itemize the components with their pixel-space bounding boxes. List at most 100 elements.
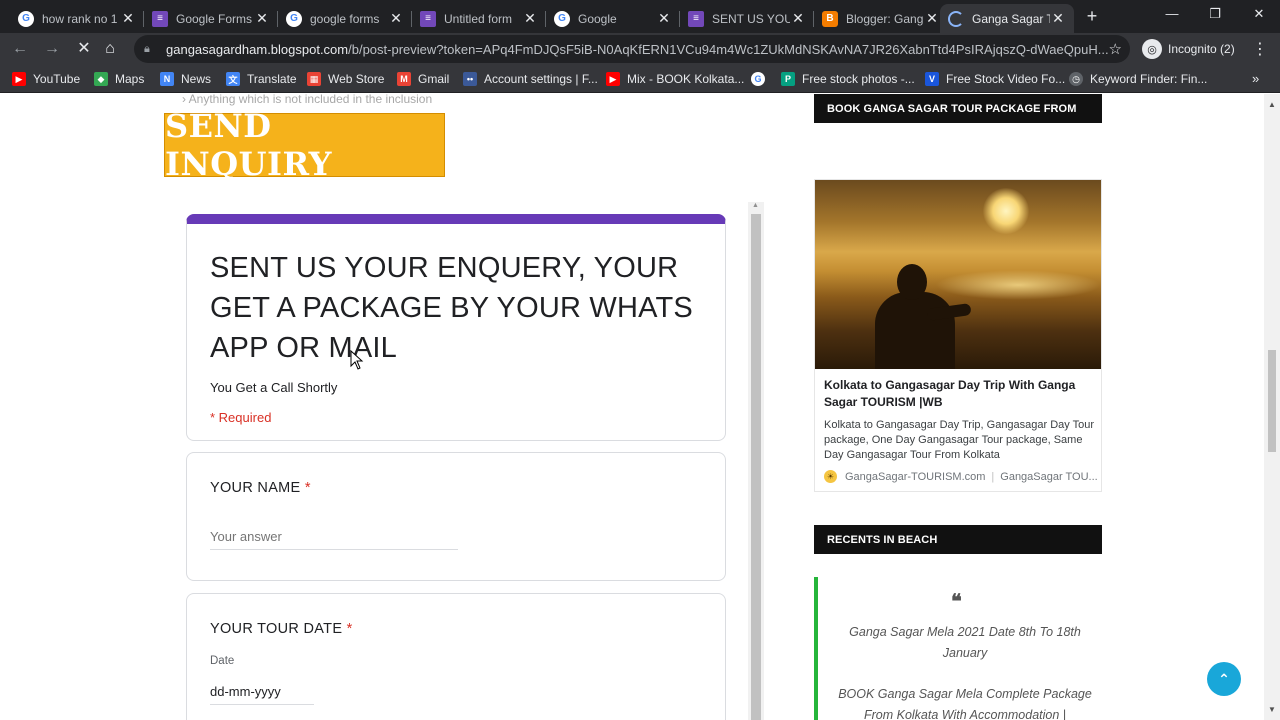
send-inquiry-text: SEND INQUIRY [165, 107, 332, 183]
bookmark-label: Free Stock Video Fo... [946, 72, 1066, 86]
bookmark-label: Account settings | F... [484, 72, 598, 86]
bookmark-keyword-finder[interactable]: ◷ Keyword Finder: Fin... [1069, 71, 1207, 87]
tab-strip: G how rank no 1 ✕ ≡ Google Forms ✕ G goo… [0, 0, 1280, 33]
send-inquiry-banner: SEND INQUIRY [164, 107, 445, 183]
close-tab-icon[interactable]: ✕ [924, 10, 940, 27]
form-scrollbar[interactable]: ▲ [748, 202, 764, 720]
scroll-to-top-button[interactable]: ⌃ [1207, 662, 1241, 696]
flickr-icon: •• [463, 72, 477, 86]
close-tab-icon[interactable]: ✕ [790, 10, 806, 27]
bookmark-maps[interactable]: ◆ Maps [94, 71, 144, 87]
close-tab-icon[interactable]: ✕ [388, 10, 404, 27]
water-shine [935, 270, 1101, 300]
recent-posts-list: ❝ Ganga Sagar Mela 2021 Date 8th To 18th… [814, 577, 1102, 720]
bookmark-mix-book-kolkata[interactable]: ▶ Mix - BOOK Kolkata... [606, 71, 744, 87]
tab-title: SENT US YOUR [712, 11, 790, 26]
close-tab-icon[interactable]: ✕ [254, 10, 270, 27]
tab-ganga-sagar-active[interactable]: Ganga Sagar T ✕ [940, 4, 1074, 33]
close-tab-icon[interactable]: ✕ [1050, 10, 1066, 27]
bookmark-google[interactable]: G [751, 71, 772, 87]
tab-sent-us-your[interactable]: ≡ SENT US YOUR ✕ [680, 4, 814, 33]
bookmark-free-stock-video[interactable]: V Free Stock Video Fo... [925, 71, 1065, 87]
blogger-icon: B [822, 10, 838, 27]
featured-post-card[interactable]: Kolkata to Gangasagar Day Trip With Gang… [814, 179, 1102, 492]
bookmarks-overflow-icon[interactable]: » [1252, 71, 1259, 86]
new-tab-button[interactable]: + [1082, 6, 1102, 26]
tab-title: Ganga Sagar T [972, 11, 1050, 26]
home-button[interactable]: ⌂ [100, 39, 120, 59]
videvo-icon: V [925, 72, 939, 86]
youtube-mix-icon: ▶ [606, 72, 620, 86]
exclusion-item: › Anything which is not included in the … [182, 94, 433, 106]
tour-date-input[interactable] [210, 679, 314, 705]
tab-blogger[interactable]: B Blogger: Gang ✕ [814, 4, 948, 33]
tab-untitled-form[interactable]: ≡ Untitled form ✕ [412, 4, 546, 33]
tab-title: Google Forms [176, 11, 253, 26]
name-input[interactable] [210, 524, 458, 550]
restore-button[interactable]: ❐ [1205, 6, 1225, 22]
loading-icon [948, 10, 964, 27]
browser-toolbar: ← → ✕ ⌂ 🔒︎ gangasagardham.blogspot.com /… [0, 33, 1280, 65]
stop-loading-button[interactable]: ✕ [74, 39, 94, 59]
bookmark-youtube[interactable]: ▶ YouTube [12, 71, 80, 87]
bookmark-news[interactable]: N News [160, 71, 211, 87]
form-header-card: SENT US YOUR ENQUERY, YOUR GET A PACKAGE… [186, 214, 726, 441]
close-tab-icon[interactable]: ✕ [120, 10, 136, 27]
bookmark-star-icon[interactable]: ☆ [1109, 40, 1122, 58]
bookmark-label: Gmail [418, 72, 450, 86]
page-scrollbar[interactable]: ▲ ▼ [1264, 94, 1280, 720]
date-sublabel: Date [210, 655, 235, 667]
back-button[interactable]: ← [10, 39, 30, 59]
recent-post-link[interactable]: BOOK Ganga Sagar Mela Complete Package F… [834, 684, 1096, 720]
sunset-beach-image[interactable] [815, 180, 1101, 369]
bookmark-free-stock-photos[interactable]: P Free stock photos -... [781, 71, 915, 87]
required-star: * [346, 621, 353, 637]
google-forms-icon: ≡ [688, 10, 704, 27]
youtube-icon: ▶ [12, 72, 26, 86]
form-scrollbar-thumb[interactable] [751, 214, 761, 720]
tab-title: google forms [310, 11, 380, 26]
google-icon: G [18, 10, 34, 27]
page-scrollbar-thumb[interactable] [1268, 350, 1276, 452]
close-tab-icon[interactable]: ✕ [522, 10, 538, 27]
minimize-button[interactable]: — [1162, 6, 1182, 21]
google-icon: G [554, 10, 570, 27]
lock-icon: 🔒︎ [144, 42, 150, 55]
bookmark-web-store[interactable]: ▦ Web Store [307, 71, 384, 87]
tab-google-forms[interactable]: ≡ Google Forms ✕ [144, 4, 278, 33]
tab-google-forms-search[interactable]: G google forms ✕ [278, 4, 412, 33]
bookmark-label: Translate [247, 72, 297, 86]
recent-post-link[interactable]: Ganga Sagar Mela 2021 Date 8th To 18th J… [834, 622, 1096, 664]
bookmark-label: News [181, 72, 212, 86]
required-note: * Required [210, 410, 272, 425]
news-icon: N [160, 72, 174, 86]
featured-post-title[interactable]: Kolkata to Gangasagar Day Trip With Gang… [824, 377, 1094, 411]
pexels-icon: P [781, 72, 795, 86]
featured-post-source[interactable]: ☀ GangaSagar-TOURISM.com | GangaSagar TO… [824, 470, 1098, 483]
gmail-icon: M [397, 72, 411, 86]
google-icon: G [751, 72, 765, 86]
tab-how-rank[interactable]: G how rank no 1 ✕ [10, 4, 144, 33]
address-bar[interactable]: 🔒︎ gangasagardham.blogspot.com /b/post-p… [134, 35, 1130, 63]
scroll-up-arrow-icon[interactable]: ▲ [752, 202, 759, 209]
forward-button[interactable]: → [42, 39, 62, 59]
url-host: gangasagardham.blogspot.com [166, 41, 349, 57]
bookmark-account-settings[interactable]: •• Account settings | F... [463, 71, 598, 87]
translate-icon: 文 [226, 72, 240, 86]
bookmark-translate[interactable]: 文 Translate [226, 71, 297, 87]
scroll-up-arrow-icon[interactable]: ▲ [1268, 100, 1276, 109]
incognito-indicator[interactable]: ◎ Incognito (2) [1142, 38, 1235, 60]
web-store-icon: ▦ [307, 72, 321, 86]
bookmark-label: Free stock photos -... [802, 72, 915, 86]
close-window-button[interactable]: ✕ [1249, 6, 1269, 22]
bookmark-gmail[interactable]: M Gmail [397, 71, 449, 87]
close-tab-icon[interactable]: ✕ [656, 10, 672, 27]
browser-menu-icon[interactable]: ⋮ [1252, 39, 1268, 59]
scroll-down-arrow-icon[interactable]: ▼ [1268, 705, 1276, 714]
question-label: YOUR NAME * [210, 480, 311, 496]
featured-post-snippet: Kolkata to Gangasagar Day Trip, Gangasag… [824, 419, 1095, 461]
keyword-finder-icon: ◷ [1069, 72, 1083, 86]
form-description: You Get a Call Shortly [210, 380, 338, 395]
tab-google[interactable]: G Google ✕ [546, 4, 680, 33]
tab-title: Blogger: Gang [846, 11, 924, 26]
